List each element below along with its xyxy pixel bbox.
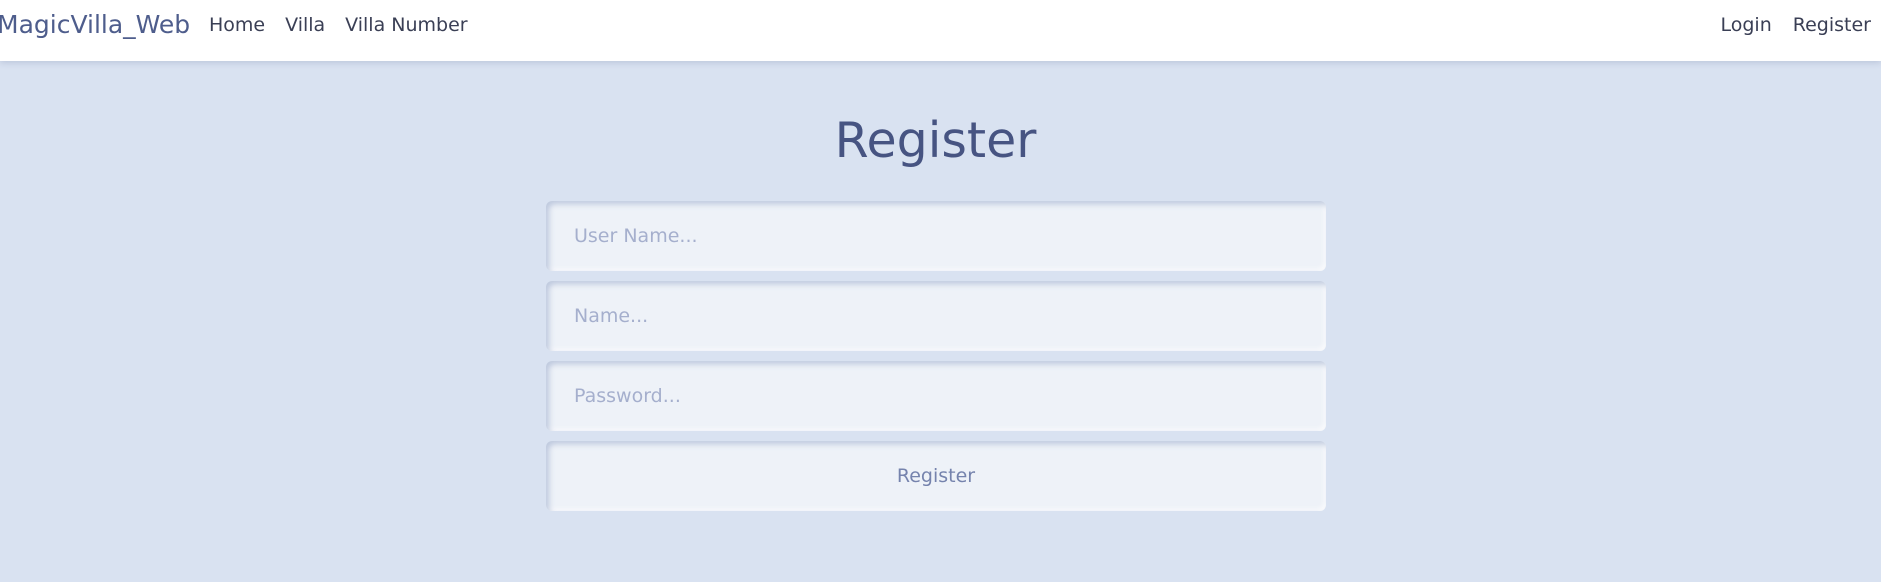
password-input[interactable]: [546, 361, 1326, 431]
nav-link-login[interactable]: Login: [1721, 12, 1772, 38]
main-content: Register Register: [0, 61, 1881, 582]
nav-left-links: Home Villa Villa Number: [209, 12, 488, 38]
page-title: Register: [834, 112, 1037, 169]
brand-link[interactable]: MagicVilla_Web: [0, 9, 190, 41]
nav-link-villa-number[interactable]: Villa Number: [345, 12, 467, 38]
name-input[interactable]: [546, 281, 1326, 351]
nav-link-home[interactable]: Home: [209, 12, 265, 38]
register-button[interactable]: Register: [546, 441, 1326, 511]
username-input[interactable]: [546, 201, 1326, 271]
top-navbar: MagicVilla_Web Home Villa Villa Number L…: [0, 0, 1881, 61]
nav-link-villa[interactable]: Villa: [285, 12, 325, 38]
register-form: Register: [546, 201, 1326, 511]
nav-right-links: Login Register: [1700, 12, 1872, 38]
nav-link-register[interactable]: Register: [1793, 12, 1871, 38]
